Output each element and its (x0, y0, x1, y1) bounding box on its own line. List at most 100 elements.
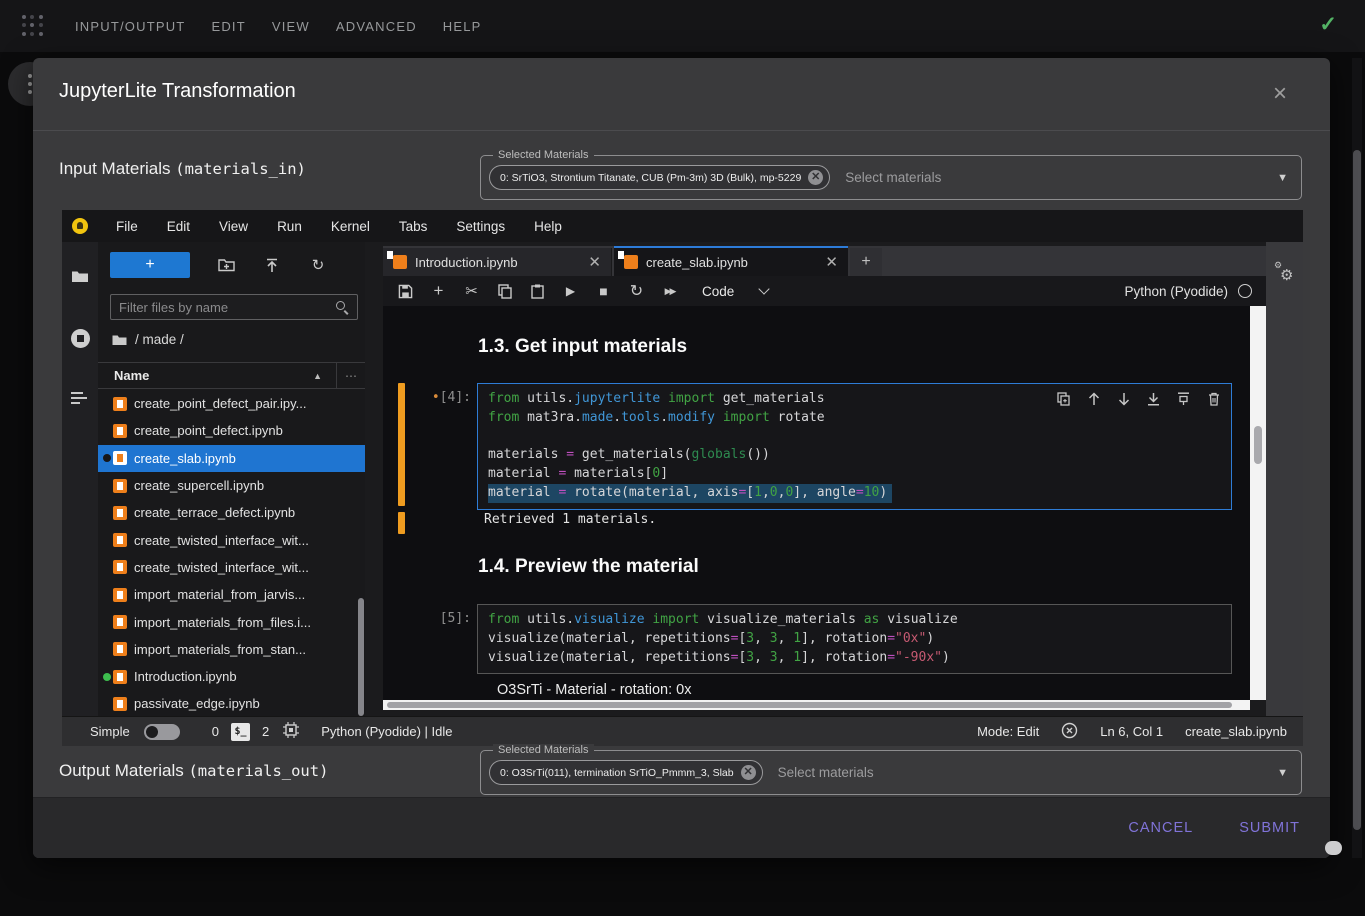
jupyter-menu-item-help[interactable]: Help (534, 219, 562, 234)
file-browser-icon[interactable] (62, 256, 98, 296)
table-of-contents-icon[interactable] (62, 378, 98, 418)
new-folder-icon[interactable] (216, 255, 236, 275)
code-cell-5[interactable]: from utils.visualize import visualize_ma… (477, 604, 1232, 674)
code-line[interactable]: visualize(material, repetitions=[3, 3, 1… (488, 630, 1221, 649)
code-line[interactable]: material = materials[0] (488, 465, 1221, 484)
close-tab-icon[interactable]: ✕ (588, 253, 601, 271)
terminal-icon[interactable]: $_ (231, 723, 250, 741)
top-menu-item-help[interactable]: HELP (443, 19, 482, 34)
top-menu-item-view[interactable]: VIEW (272, 19, 310, 34)
jupyter-menu-item-settings[interactable]: Settings (456, 219, 505, 234)
output-materials-select[interactable]: Selected Materials 0: O3SrTi(011), termi… (480, 750, 1302, 795)
trust-shield-icon[interactable] (1061, 722, 1078, 742)
file-row-create-point-defect-pair-ipy[interactable]: create_point_defect_pair.ipy... (98, 390, 365, 417)
top-menu-item-input-output[interactable]: INPUT/OUTPUT (75, 19, 185, 34)
jupyter-menu-item-kernel[interactable]: Kernel (331, 219, 370, 234)
file-filter-box[interactable] (110, 294, 358, 320)
top-menu-item-edit[interactable]: EDIT (211, 19, 245, 34)
chevron-down-icon[interactable]: ▼ (1277, 767, 1288, 779)
file-row-import-material-from-jarvis[interactable]: import_material_from_jarvis... (98, 581, 365, 608)
close-icon[interactable]: × (1273, 82, 1287, 106)
move-down-icon[interactable] (1116, 391, 1131, 406)
terminals-count[interactable]: 0 (212, 724, 219, 739)
app-logo-icon[interactable] (22, 15, 44, 37)
jupyter-menu-item-tabs[interactable]: Tabs (399, 219, 428, 234)
delete-icon[interactable] (1206, 391, 1221, 406)
new-tab-button[interactable]: + (850, 248, 882, 276)
code-line[interactable]: visualize(material, repetitions=[3, 3, 1… (488, 649, 1221, 668)
running-kernels-icon[interactable] (62, 318, 98, 358)
jupyter-menu-item-run[interactable]: Run (277, 219, 302, 234)
code-cell-4[interactable]: from utils.jupyterlite import get_materi… (477, 383, 1232, 510)
code-line[interactable]: materials = get_materials(globals()) (488, 446, 1221, 465)
paste-cells-icon[interactable] (527, 281, 548, 301)
code-line[interactable]: from mat3ra.made.tools.modify import rot… (488, 409, 1221, 428)
notebook-horizontal-scrollbar[interactable] (383, 700, 1250, 710)
chip-remove-icon[interactable]: ✕ (808, 170, 823, 185)
code-line[interactable] (488, 428, 1221, 447)
page-scrollbar-thumb[interactable] (1353, 150, 1361, 830)
file-row-import-materials-from-files-i[interactable]: import_materials_from_files.i... (98, 608, 365, 635)
simple-mode-toggle[interactable] (144, 724, 180, 740)
tab-create-slab[interactable]: create_slab.ipynb ✕ (614, 246, 848, 276)
refresh-icon[interactable]: ↻ (308, 255, 328, 275)
statusbar-filename[interactable]: create_slab.ipynb (1185, 724, 1287, 739)
file-list-more-icon[interactable]: ⋯ (336, 363, 357, 388)
file-filter-input[interactable] (119, 300, 336, 315)
scrollbar-thumb[interactable] (1254, 426, 1262, 464)
copy-cells-icon[interactable] (494, 281, 515, 301)
file-row-create-twisted-interface-wit[interactable]: create_twisted_interface_wit... (98, 554, 365, 581)
kernels-count[interactable]: 2 (262, 724, 269, 739)
submit-button[interactable]: SUBMIT (1239, 820, 1300, 836)
kernel-chip-icon[interactable] (283, 722, 299, 741)
chip-remove-icon[interactable]: ✕ (741, 765, 756, 780)
file-row-create-point-defect-ipynb[interactable]: create_point_defect.ipynb (98, 417, 365, 444)
stop-kernel-icon[interactable]: ■ (593, 281, 614, 301)
code-line[interactable]: from utils.visualize import visualize_ma… (488, 611, 1221, 630)
close-tab-icon[interactable]: ✕ (825, 253, 838, 271)
input-materials-select[interactable]: Selected Materials 0: SrTiO3, Strontium … (480, 155, 1302, 200)
cancel-button[interactable]: CANCEL (1128, 820, 1193, 836)
jupyter-menu-item-file[interactable]: File (116, 219, 138, 234)
tab-introduction[interactable]: Introduction.ipynb ✕ (383, 248, 612, 276)
scrollbar-thumb[interactable] (387, 702, 1232, 708)
restart-kernel-icon[interactable]: ↻ (626, 281, 647, 301)
insert-below-icon[interactable] (1176, 391, 1191, 406)
check-icon[interactable]: ✓ (1319, 12, 1337, 37)
new-launcher-button[interactable]: + (110, 252, 190, 278)
file-row-passivate-edge-ipynb[interactable]: passivate_edge.ipynb (98, 690, 365, 717)
restart-run-all-icon[interactable]: ▶▶ (659, 281, 680, 301)
file-row-import-materials-from-stan[interactable]: import_materials_from_stan... (98, 636, 365, 663)
sort-ascending-icon[interactable]: ▲ (313, 371, 322, 381)
page-scrollbar[interactable] (1352, 58, 1362, 858)
jupyter-menu-item-edit[interactable]: Edit (167, 219, 190, 234)
upload-icon[interactable] (262, 255, 282, 275)
run-cell-icon[interactable]: ▶ (560, 281, 581, 301)
cut-cells-icon[interactable]: ✂ (461, 281, 482, 301)
code-line[interactable]: material = rotate(material, axis=[1,0,0]… (488, 484, 892, 503)
add-cell-icon[interactable]: + (428, 281, 449, 301)
duplicate-icon[interactable] (1056, 391, 1071, 406)
move-up-icon[interactable] (1086, 391, 1101, 406)
cell-type-select[interactable]: Code (702, 284, 768, 299)
file-row-create-supercell-ipynb[interactable]: create_supercell.ipynb (98, 472, 365, 499)
file-row-create-slab-ipynb[interactable]: create_slab.ipynb (98, 445, 365, 472)
file-list-scrollbar-thumb[interactable] (358, 598, 364, 716)
mode-indicator[interactable]: Mode: Edit (977, 724, 1039, 739)
material-chip[interactable]: 0: O3SrTi(011), termination SrTiO_Pmmm_3… (489, 760, 763, 785)
kernel-name[interactable]: Python (Pyodide) (1124, 284, 1228, 299)
breadcrumb[interactable]: / made / (112, 332, 184, 347)
file-row-introduction-ipynb[interactable]: Introduction.ipynb (98, 663, 365, 690)
top-menu-item-advanced[interactable]: ADVANCED (336, 19, 417, 34)
kernel-status-icon[interactable] (1238, 284, 1252, 298)
modal-scrollbar-thumb[interactable] (1325, 841, 1342, 855)
notebook-vertical-scrollbar[interactable] (1250, 306, 1266, 700)
line-col-indicator[interactable]: Ln 6, Col 1 (1100, 724, 1163, 739)
kernel-status-text[interactable]: Python (Pyodide) | Idle (321, 724, 452, 739)
file-row-create-twisted-interface-wit[interactable]: create_twisted_interface_wit... (98, 526, 365, 553)
file-list-header[interactable]: Name ▲ ⋯ (98, 362, 365, 389)
notebook-content[interactable]: ··· 1.3. Get input materials •[4]: from … (383, 306, 1250, 700)
output-collapser[interactable] (398, 512, 405, 534)
material-chip[interactable]: 0: SrTiO3, Strontium Titanate, CUB (Pm-3… (489, 165, 830, 190)
save-icon[interactable] (395, 281, 416, 301)
